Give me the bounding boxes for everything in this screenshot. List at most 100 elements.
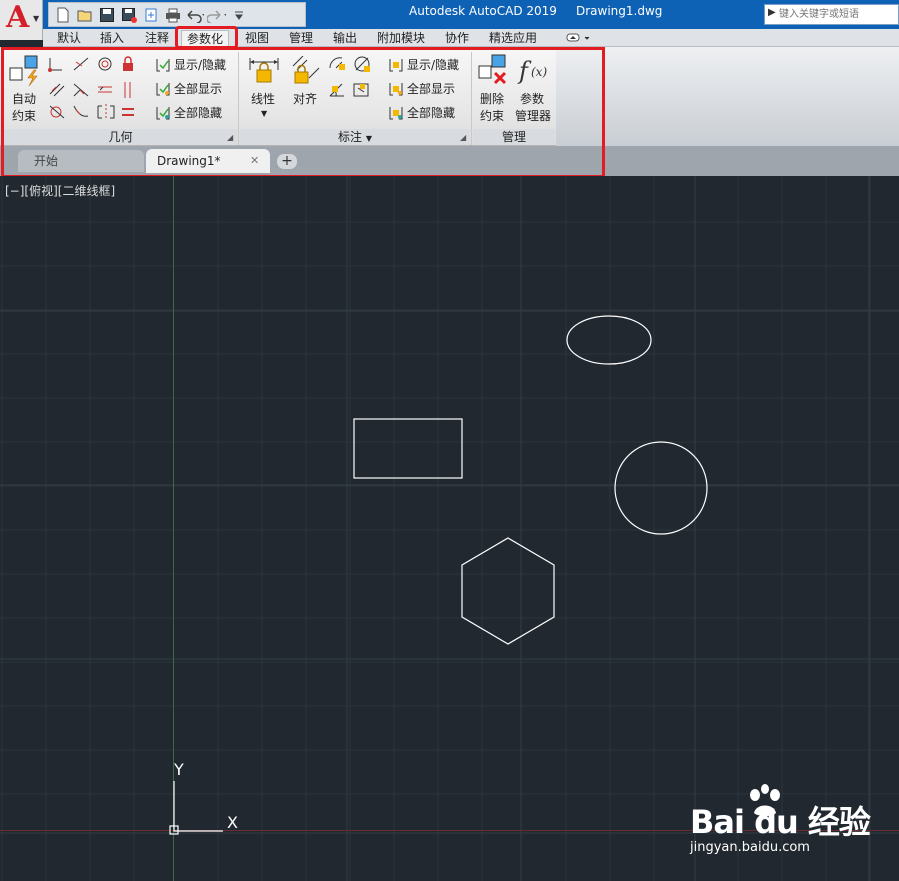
dialog-launcher-icon[interactable]: ◢	[460, 133, 466, 142]
dim-show-hide-button[interactable]: 显示/隐藏	[388, 56, 459, 73]
geometry-show-hide-label: 显示/隐藏	[174, 58, 227, 72]
panel-separator	[471, 52, 472, 145]
geometry-show-hide-button[interactable]: 显示/隐藏	[155, 56, 226, 73]
ellipse-shape[interactable]	[566, 315, 652, 365]
parameters-manager-button[interactable]: f (x) 参数 管理器	[514, 54, 554, 126]
fix-lock-icon[interactable]	[123, 56, 133, 71]
geometry-show-all-label: 全部显示	[174, 82, 223, 96]
search-box[interactable]: ▶	[764, 4, 899, 25]
ribbon-minimize-icon[interactable]	[566, 32, 592, 44]
svg-text:f: f	[517, 57, 532, 85]
vertical-icon[interactable]	[124, 82, 131, 98]
geometric-constraints-grid	[48, 56, 134, 120]
aligned-dim-icon	[292, 56, 320, 84]
dim-show-hide-icon	[389, 58, 403, 71]
tab-addins[interactable]: 附加模块	[377, 30, 425, 47]
aligned-button[interactable]: 对齐	[287, 54, 325, 118]
drawing-svg	[0, 176, 899, 881]
delete-label-1: 删除	[480, 92, 505, 106]
dim-show-all-icon	[389, 82, 403, 95]
tab-insert[interactable]: 插入	[100, 30, 124, 47]
convert-constraint-icon[interactable]	[353, 83, 369, 97]
dim-hide-all-icon	[389, 106, 403, 119]
grid	[0, 176, 899, 881]
drawing-canvas[interactable]	[0, 176, 899, 881]
panel-separator	[238, 52, 239, 145]
auto-constrain-label-2: 约束	[12, 109, 37, 123]
diameter-constraint-icon[interactable]	[354, 56, 370, 72]
chevron-right-icon: ▶	[768, 7, 776, 18]
tab-highlight-annotation	[175, 26, 238, 49]
save-icon[interactable]	[97, 5, 116, 24]
panel-title-dimensional[interactable]: 标注 ▼	[240, 129, 470, 145]
autocad-logo-icon: A	[6, 0, 30, 35]
geometry-hide-all-label: 全部隐藏	[174, 106, 223, 120]
delete-constraints-button[interactable]: 删除 约束	[476, 54, 512, 126]
parallel-icon[interactable]	[49, 83, 65, 97]
angular-constraint-icon[interactable]	[329, 83, 344, 97]
tangent-icon[interactable]	[49, 105, 65, 119]
redo-icon[interactable]	[207, 5, 226, 24]
dim-show-hide-label: 显示/隐藏	[407, 58, 460, 72]
horizontal-icon[interactable]	[98, 86, 112, 93]
file-tab-drawing[interactable]: Drawing1* ✕	[146, 149, 270, 173]
major-grid	[0, 176, 899, 881]
geometry-show-all-button[interactable]: 全部显示	[155, 80, 222, 97]
search-input[interactable]	[779, 6, 897, 23]
geometry-hide-all-button[interactable]: 全部隐藏	[155, 104, 222, 121]
watermark-url: jingyan.baidu.com	[690, 840, 810, 855]
dialog-launcher-icon[interactable]: ◢	[227, 133, 233, 142]
params-label-1: 参数	[520, 92, 545, 106]
application-menu-button[interactable]: A ▼	[0, 0, 43, 40]
window-title: Autodesk AutoCAD 2019	[409, 4, 557, 18]
collinear-icon[interactable]	[73, 57, 89, 71]
circle-shape[interactable]	[614, 441, 708, 535]
save-as-icon[interactable]	[119, 5, 138, 24]
delete-constraints-icon	[478, 54, 507, 85]
tab-annotate[interactable]: 注释	[145, 30, 169, 47]
panel-title-geometry: 几何	[4, 129, 237, 145]
file-tab-start[interactable]: 开始	[18, 150, 144, 172]
tab-collaborate[interactable]: 协作	[445, 30, 469, 47]
show-all-icon	[156, 82, 170, 95]
function-fx-icon: f (x)	[517, 57, 547, 85]
tab-manage[interactable]: 管理	[289, 30, 313, 47]
coincident-icon[interactable]	[48, 58, 62, 72]
file-tab-bar: 开始 Drawing1* ✕ +	[0, 146, 899, 176]
new-tab-button[interactable]: +	[277, 154, 297, 169]
tab-view[interactable]: 视图	[245, 30, 269, 47]
tab-default[interactable]: 默认	[57, 30, 81, 47]
ucs-icon	[169, 781, 223, 835]
hexagon-shape[interactable]	[461, 537, 555, 645]
concentric-icon[interactable]	[98, 57, 112, 71]
rectangle-shape[interactable]	[353, 418, 463, 479]
viewport-controls[interactable]: [−][俯视][二维线框]	[5, 182, 115, 199]
equal-icon[interactable]	[122, 108, 134, 116]
linear-button[interactable]: 线性 ▼	[245, 54, 283, 118]
smooth-icon[interactable]	[73, 105, 89, 117]
dim-hide-all-label: 全部隐藏	[407, 106, 456, 120]
tab-output[interactable]: 输出	[333, 30, 357, 47]
dim-hide-all-button[interactable]: 全部隐藏	[388, 104, 455, 121]
perpendicular-icon[interactable]	[73, 83, 89, 97]
new-icon[interactable]	[53, 5, 72, 24]
panel-title-dimensional-text: 标注	[338, 130, 363, 144]
panel-title-manage: 管理	[473, 129, 555, 145]
radial-constraint-icon[interactable]	[329, 57, 345, 70]
undo-icon[interactable]	[185, 5, 204, 24]
export-icon[interactable]	[141, 5, 160, 24]
params-label-2: 管理器	[515, 109, 552, 123]
symmetric-icon[interactable]	[97, 104, 115, 120]
aligned-label: 对齐	[293, 92, 318, 106]
dim-show-all-label: 全部显示	[407, 82, 456, 96]
customize-icon[interactable]	[229, 5, 248, 24]
tab-featured-apps[interactable]: 精选应用	[489, 30, 537, 47]
show-hide-icon	[156, 58, 170, 71]
open-icon[interactable]	[75, 5, 94, 24]
close-icon[interactable]: ✕	[250, 149, 259, 173]
panel-title-manage-text: 管理	[501, 130, 526, 144]
dim-show-all-button[interactable]: 全部显示	[388, 80, 455, 97]
auto-constrain-button[interactable]: 自动 约束	[6, 54, 44, 126]
ucs-x-label: X	[227, 813, 238, 832]
plot-icon[interactable]	[163, 5, 182, 24]
